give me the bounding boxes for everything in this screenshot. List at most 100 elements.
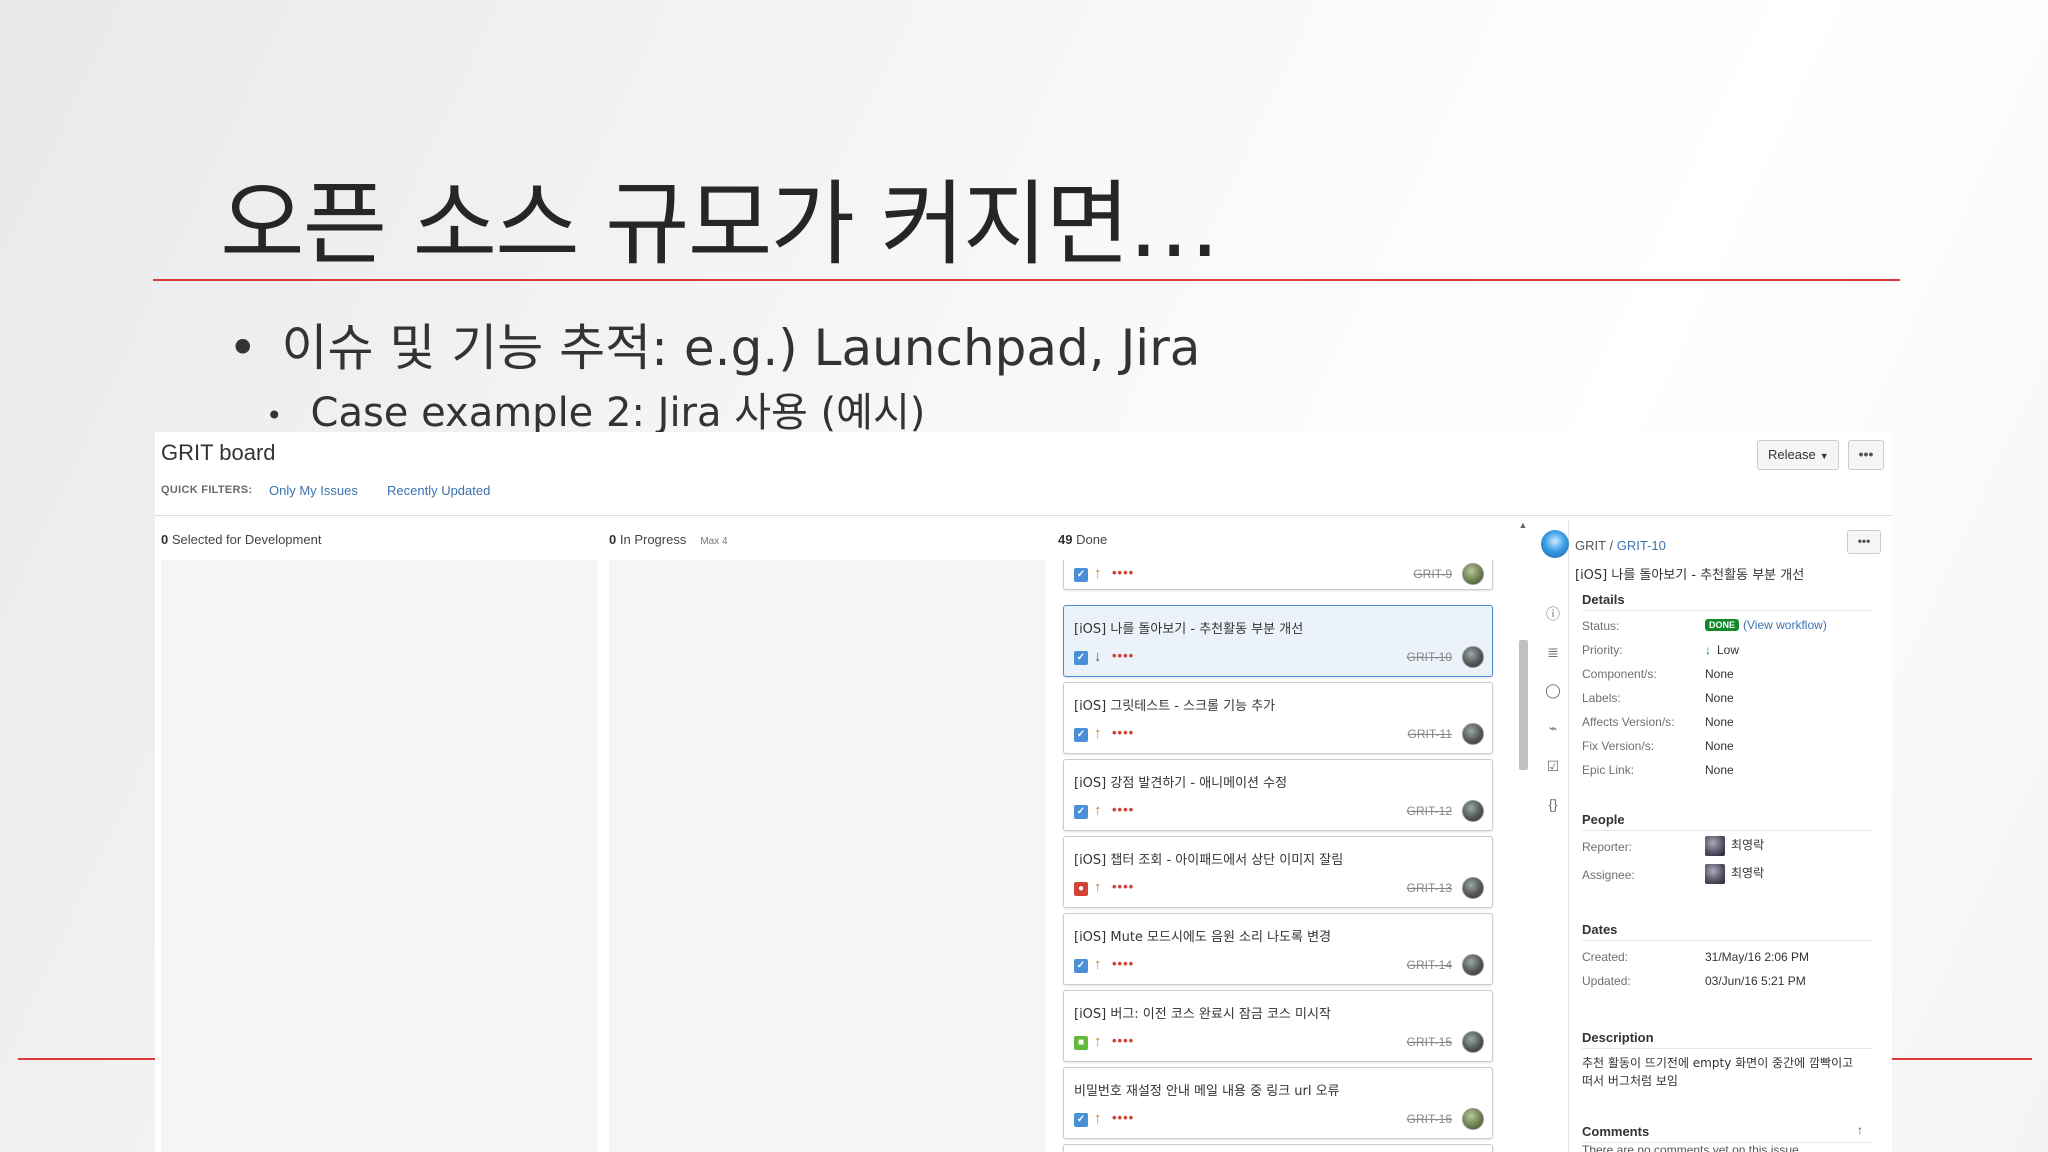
updated-label: Updated: — [1582, 974, 1631, 988]
breadcrumb-issue-key[interactable]: GRIT-10 — [1617, 538, 1666, 553]
jira-board-screenshot: GRIT board QUICK FILTERS: Only My Issues… — [155, 432, 1892, 1152]
issue-card-selected[interactable]: [iOS] 나를 돌아보기 - 추천활동 부분 개선 ✓ ↓ •••• GRIT… — [1063, 605, 1493, 677]
task-type-icon: ✓ — [1074, 728, 1088, 742]
issue-key[interactable]: GRIT-13 — [1407, 881, 1452, 895]
bug-type-icon: ● — [1074, 882, 1088, 896]
board-scrollbar[interactable]: ▲ — [1517, 520, 1529, 1152]
column-selected-body[interactable] — [161, 560, 597, 1152]
reporter-label: Reporter: — [1582, 840, 1633, 854]
breadcrumb-project[interactable]: GRIT — [1575, 538, 1606, 553]
estimate-dots: •••• — [1112, 648, 1135, 663]
issue-card[interactable]: ✓ ↑ •••• GRIT-9 — [1063, 560, 1493, 590]
reporter-name[interactable]: 최영락 — [1731, 838, 1764, 852]
components-label: Component/s: — [1582, 667, 1657, 681]
comments-empty-text: There are no comments yet on this issue. — [1582, 1143, 1803, 1152]
assignee-label: Assignee: — [1582, 868, 1635, 882]
card-summary: 비밀번호 재설정 안내 메일 내용 중 링크 url 오류 — [1074, 1084, 1340, 1099]
filter-only-my-issues[interactable]: Only My Issues — [269, 483, 358, 498]
column-header-selected: 0 Selected for Development — [161, 532, 321, 547]
code-icon[interactable]: {} — [1543, 794, 1563, 814]
priority-label: Priority: — [1582, 643, 1623, 657]
issue-card[interactable]: [iOS] 버그: 이전 코스 완료시 잠금 코스 미시작 ■ ↑ •••• G… — [1063, 990, 1493, 1062]
scroll-thumb[interactable] — [1519, 640, 1528, 770]
filter-recently-updated[interactable]: Recently Updated — [387, 483, 490, 498]
release-button[interactable]: Release ▼ — [1757, 440, 1839, 470]
board-header: GRIT board QUICK FILTERS: Only My Issues… — [155, 432, 1892, 516]
detail-nav-strip: ⓘ ≣ ◯ ⌁ ☑ {} — [1537, 520, 1569, 1152]
estimate-dots: •••• — [1112, 879, 1135, 894]
priority-high-icon: ↑ — [1094, 879, 1102, 896]
info-icon[interactable]: ⓘ — [1543, 604, 1563, 624]
task-type-icon: ✓ — [1074, 568, 1088, 582]
column-name: In Progress — [619, 532, 687, 547]
column-header-done: 49 Done — [1058, 532, 1107, 547]
issue-key[interactable]: GRIT-9 — [1413, 567, 1452, 581]
issue-key[interactable]: GRIT-14 — [1407, 958, 1452, 972]
issue-card[interactable] — [1063, 1144, 1493, 1152]
estimate-dots: •••• — [1112, 802, 1135, 817]
quick-filters-label: QUICK FILTERS: — [161, 484, 253, 496]
board-title: GRIT board — [161, 440, 276, 465]
attachment-icon[interactable]: ⌁ — [1543, 718, 1563, 738]
issue-card[interactable]: [iOS] Mute 모드시에도 음원 소리 나도록 변경 ✓ ↑ •••• G… — [1063, 913, 1493, 985]
column-max: Max 4 — [700, 536, 728, 547]
title-divider — [153, 279, 1900, 281]
estimate-dots: •••• — [1112, 1033, 1135, 1048]
reporter-value: 최영락 — [1705, 836, 1764, 856]
detail-more-button[interactable]: ••• — [1847, 530, 1881, 554]
priority-high-icon: ↑ — [1094, 956, 1102, 973]
priority-text: Low — [1717, 643, 1740, 657]
view-workflow-link[interactable]: (View workflow) — [1743, 618, 1827, 632]
issue-key[interactable]: GRIT-16 — [1407, 1112, 1452, 1126]
issue-key[interactable]: GRIT-10 — [1407, 650, 1452, 664]
column-count: 49 — [1058, 532, 1073, 547]
priority-high-icon: ↑ — [1094, 1110, 1102, 1127]
breadcrumb: GRIT / GRIT-10 — [1575, 538, 1666, 553]
issue-card[interactable]: [iOS] 강점 발견하기 - 애니메이션 수정 ✓ ↑ •••• GRIT-1… — [1063, 759, 1493, 831]
task-type-icon: ✓ — [1074, 805, 1088, 819]
assignee-avatar — [1462, 1031, 1484, 1053]
arrow-up-icon[interactable]: ↑ — [1857, 1123, 1863, 1137]
assignee-avatar — [1462, 1108, 1484, 1130]
assignee-value: 최영락 — [1705, 864, 1764, 884]
created-label: Created: — [1582, 950, 1629, 964]
comment-icon[interactable]: ◯ — [1543, 680, 1563, 700]
subtask-icon[interactable]: ☑ — [1543, 756, 1563, 776]
task-type-icon: ✓ — [1074, 651, 1088, 665]
estimate-dots: •••• — [1112, 956, 1135, 971]
board-more-button[interactable]: ••• — [1848, 440, 1884, 470]
estimate-dots: •••• — [1112, 565, 1135, 580]
people-heading: People — [1582, 812, 1872, 831]
assignee-name[interactable]: 최영락 — [1731, 866, 1764, 880]
assignee-avatar — [1462, 954, 1484, 976]
status-label: Status: — [1582, 619, 1620, 633]
assignee-avatar — [1462, 877, 1484, 899]
issue-key[interactable]: GRIT-12 — [1407, 804, 1452, 818]
fix-versions-value: None — [1705, 739, 1734, 753]
issue-summary: [iOS] 나를 돌아보기 - 추천활동 부분 개선 — [1575, 568, 1805, 583]
assignee-avatar — [1462, 800, 1484, 822]
issue-card[interactable]: [iOS] 그릿테스트 - 스크롤 기능 추가 ✓ ↑ •••• GRIT-11 — [1063, 682, 1493, 754]
project-avatar — [1541, 530, 1569, 558]
assignee-avatar — [1462, 646, 1484, 668]
assignee-avatar — [1705, 864, 1725, 884]
column-in-progress-body[interactable] — [609, 560, 1045, 1152]
column-name: Selected for Development — [171, 532, 322, 547]
bullet-level-2: • Case example 2: Jira 사용 (예시) — [266, 380, 925, 438]
issue-key[interactable]: GRIT-11 — [1408, 727, 1452, 741]
reporter-avatar — [1705, 836, 1725, 856]
components-value: None — [1705, 667, 1734, 681]
column-count: 0 — [609, 532, 617, 547]
status-badge: DONE — [1705, 619, 1740, 631]
priority-low-icon: ↓ — [1094, 648, 1102, 665]
priority-high-icon: ↑ — [1094, 802, 1102, 819]
description-icon[interactable]: ≣ — [1543, 642, 1563, 662]
issue-card[interactable]: 비밀번호 재설정 안내 메일 내용 중 링크 url 오류 ✓ ↑ •••• G… — [1063, 1067, 1493, 1139]
issue-card[interactable]: [iOS] 챕터 조회 - 아이패드에서 상단 이미지 잘림 ● ↑ •••• … — [1063, 836, 1493, 908]
column-name: Done — [1076, 532, 1108, 547]
scroll-up-icon[interactable]: ▲ — [1517, 520, 1529, 530]
breadcrumb-separator: / — [1609, 538, 1614, 553]
issue-key[interactable]: GRIT-15 — [1407, 1035, 1452, 1049]
priority-high-icon: ↑ — [1094, 1033, 1102, 1050]
slide-title: 오픈 소스 규모가 커지면… — [220, 171, 1220, 278]
